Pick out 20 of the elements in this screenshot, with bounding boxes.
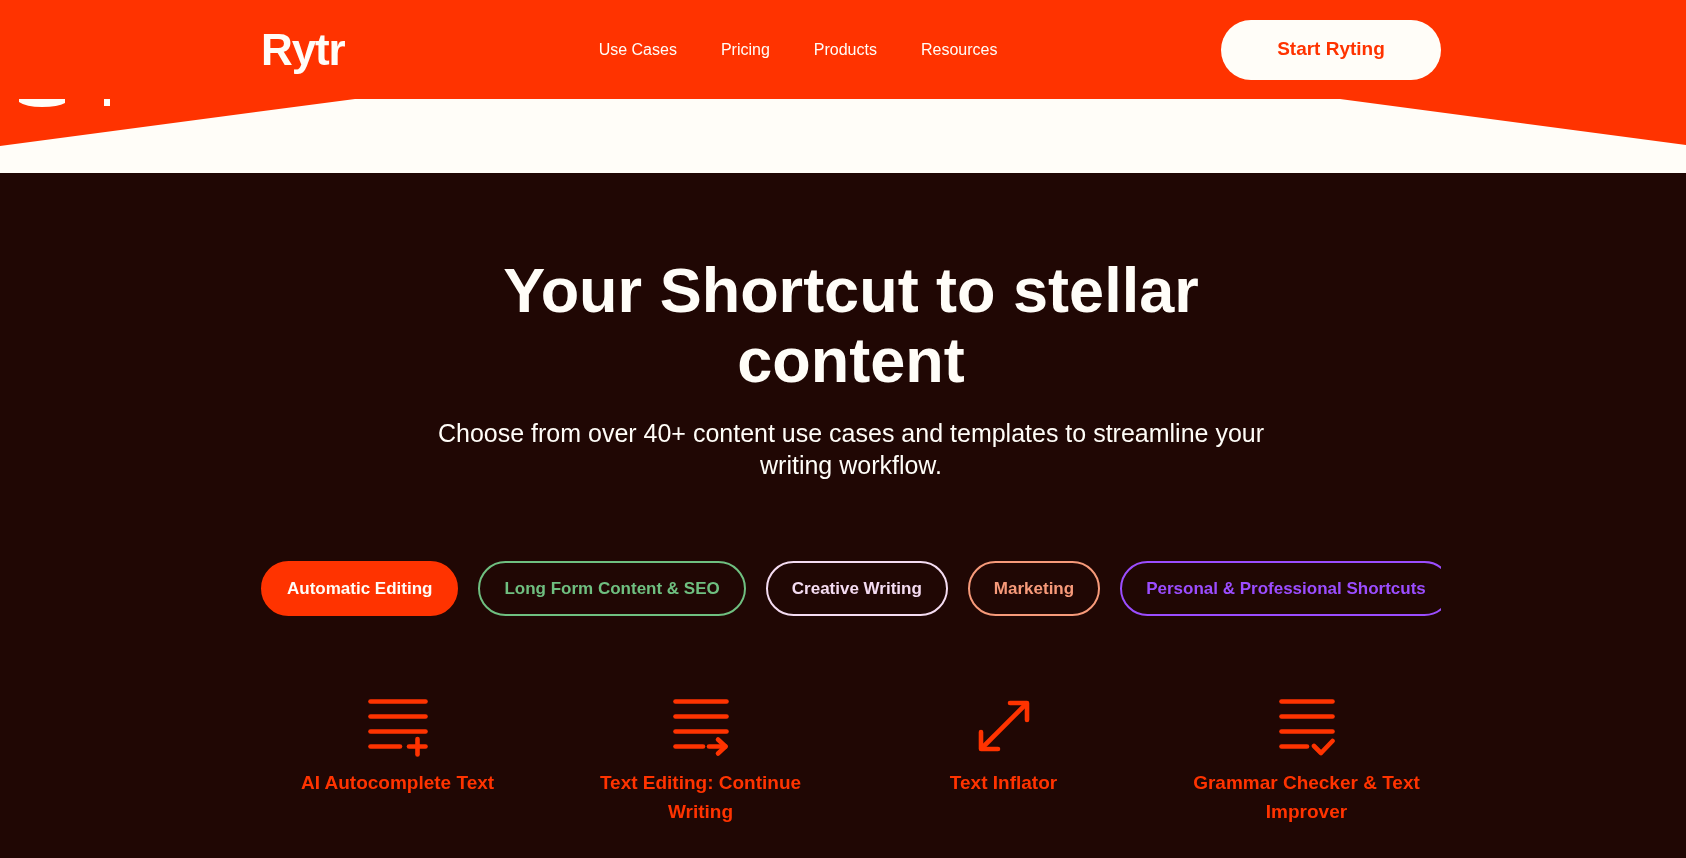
lines-plus-icon <box>367 699 428 757</box>
diagonal-arrows-icon <box>976 699 1031 753</box>
category-tab[interactable]: Long Form Content & SEO <box>478 561 746 616</box>
tool-title: Text Editing: Continue Writing <box>598 771 803 824</box>
nav-link[interactable]: Resources <box>920 37 998 62</box>
tool-title: Grammar Checker & Text Improver <box>1192 771 1421 824</box>
hero-subtitle: Choose from over 40+ content use cases and templates to streamline your writing workflow. <box>436 418 1266 481</box>
category-tab[interactable]: Creative Writing <box>765 561 948 616</box>
start-button[interactable]: Start Ryting <box>1221 19 1441 80</box>
category-tab[interactable]: Marketing <box>967 561 1101 616</box>
category-tab[interactable]: Automatic Editing <box>261 561 459 616</box>
category-tab[interactable]: Personal & Professional Shortcuts <box>1120 561 1441 616</box>
nav-link[interactable]: Pricing <box>720 37 770 62</box>
tool-title: AI Autocomplete Text <box>300 771 495 795</box>
nav-link[interactable]: Products <box>813 37 877 62</box>
hero-title: Your Shortcut to stellar content <box>502 255 1200 395</box>
logo[interactable]: Rytr <box>261 27 345 72</box>
nav-link[interactable]: Use Cases <box>598 37 677 62</box>
lines-check-icon <box>1278 699 1335 757</box>
tool-title: Text Inflator <box>949 771 1058 795</box>
